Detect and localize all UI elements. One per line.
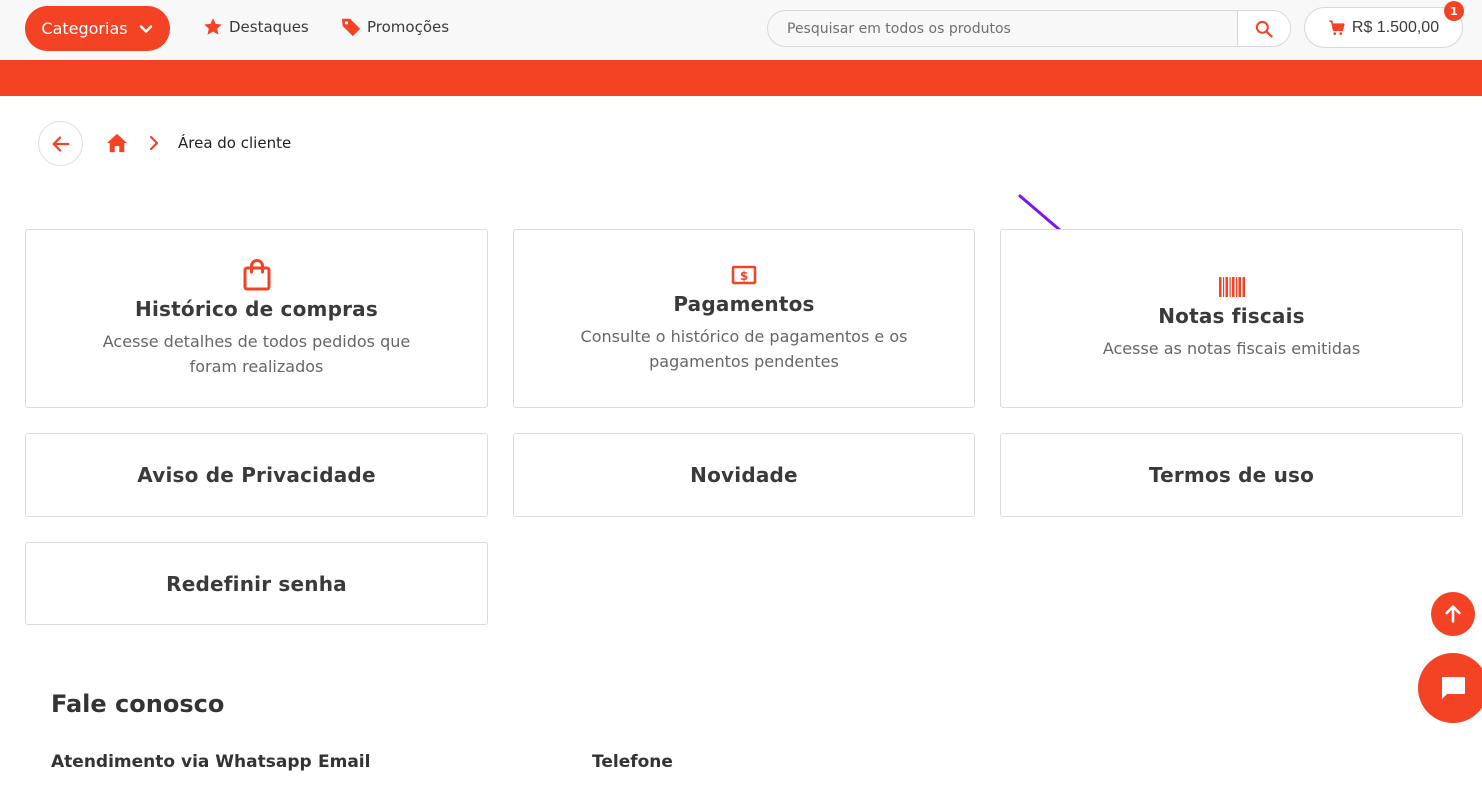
cart-badge: 1 <box>1444 1 1464 21</box>
nav-destaques-label: Destaques <box>229 18 309 36</box>
contact-whatsapp-label: Atendimento via Whatsapp <box>51 752 312 772</box>
search-button[interactable] <box>1237 11 1290 46</box>
promo-band <box>0 60 1482 96</box>
chevron-down-icon <box>139 24 152 33</box>
card-description: Acesse detalhes de todos pedidos que for… <box>102 331 411 376</box>
arrow-left-icon <box>52 135 69 152</box>
card-novidade[interactable]: Novidade <box>513 433 975 517</box>
card-title: Pagamentos <box>673 291 815 316</box>
card-notas-fiscais[interactable]: Notas fiscais Acesse as notas fiscais em… <box>1000 229 1463 408</box>
search-box <box>767 10 1291 47</box>
search-icon <box>1255 20 1273 38</box>
scroll-to-top-button[interactable] <box>1431 592 1475 636</box>
contact-email-label: Email <box>318 752 371 772</box>
card-pagamentos[interactable]: $ Pagamentos Consulte o histórico de pag… <box>513 229 975 408</box>
card-title: Histórico de compras <box>135 296 378 321</box>
breadcrumb-current: Área do cliente <box>178 134 292 152</box>
shopping-bag-icon <box>242 258 272 291</box>
card-title: Redefinir senha <box>166 571 347 596</box>
card-title: Novidade <box>690 463 798 487</box>
barcode-icon <box>1218 276 1246 298</box>
card-title: Aviso de Privacidade <box>137 463 376 487</box>
home-icon[interactable] <box>106 133 128 153</box>
card-title: Notas fiscais <box>1158 304 1305 328</box>
top-header: Categorias Destaques Promoções R$ 1.500,… <box>0 0 1482 60</box>
money-icon: $ <box>731 264 757 286</box>
categories-button[interactable]: Categorias <box>25 6 170 51</box>
tag-icon <box>341 18 361 37</box>
svg-text:$: $ <box>740 269 748 283</box>
card-title: Termos de uso <box>1148 463 1315 487</box>
search-input[interactable] <box>768 11 1238 46</box>
chevron-right-icon <box>149 135 159 151</box>
nav-promocoes[interactable]: Promoções <box>340 16 449 38</box>
card-aviso-privacidade[interactable]: Aviso de Privacidade <box>25 433 488 517</box>
card-description: Acesse as notas fiscais emitidas <box>1102 339 1361 358</box>
contact-title: Fale conosco <box>51 690 225 718</box>
card-historico-compras[interactable]: Histórico de compras Acesse detalhes de … <box>25 229 488 408</box>
chat-icon <box>1442 677 1465 699</box>
contact-phone-label: Telefone <box>592 752 673 772</box>
nav-destaques[interactable]: Destaques <box>202 16 309 38</box>
card-redefinir-senha[interactable]: Redefinir senha <box>25 542 488 625</box>
cart-button[interactable]: R$ 1.500,00 <box>1304 7 1463 48</box>
nav-promocoes-label: Promoções <box>367 18 450 36</box>
card-termos-uso[interactable]: Termos de uso <box>1000 433 1463 517</box>
chat-button[interactable] <box>1418 653 1482 723</box>
back-button[interactable] <box>38 121 83 166</box>
cart-icon <box>1329 19 1345 35</box>
arrow-up-icon <box>1445 605 1461 623</box>
star-icon <box>204 18 222 35</box>
categories-label: Categorias <box>41 19 128 38</box>
card-description: Consulte o histórico de pagamentos e os … <box>580 326 908 371</box>
cart-total: R$ 1.500,00 <box>1351 18 1440 36</box>
